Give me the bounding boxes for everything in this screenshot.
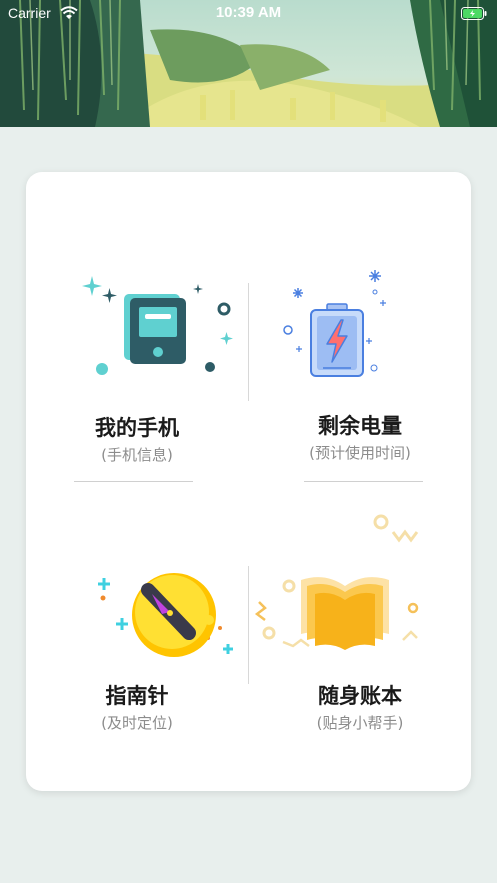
status-bar: Carrier 10:39 AM [0,0,497,26]
tile-subtitle: (及时定位) [101,714,173,732]
tile-subtitle: (贴身小帮手) [316,714,404,732]
battery-icon [279,266,389,386]
tile-battery[interactable]: 剩余电量 (预计使用时间) [249,172,471,472]
tile-title: 指南针 [105,684,169,708]
book-icon [253,512,443,666]
tile-title: 我的手机 [95,416,179,440]
tile-my-phone[interactable]: 我的手机 (手机信息) [26,172,248,472]
phone-icon [80,272,240,386]
tile-compass[interactable]: 指南针 (及时定位) [26,472,248,791]
compass-icon [92,570,242,664]
tile-subtitle: (预计使用时间) [309,444,411,462]
tile-title: 剩余电量 [318,414,402,438]
tile-ledger[interactable]: 随身账本 (贴身小帮手) [249,472,471,791]
clock: 10:39 AM [215,4,282,21]
tile-title: 随身账本 [318,684,402,708]
feature-card: 我的手机 (手机信息) 剩余电量 (预计使用时间) 指南针 (及时定位) 随身账… [26,172,471,791]
tile-subtitle: (手机信息) [101,446,173,464]
battery-status-icon [461,7,487,25]
